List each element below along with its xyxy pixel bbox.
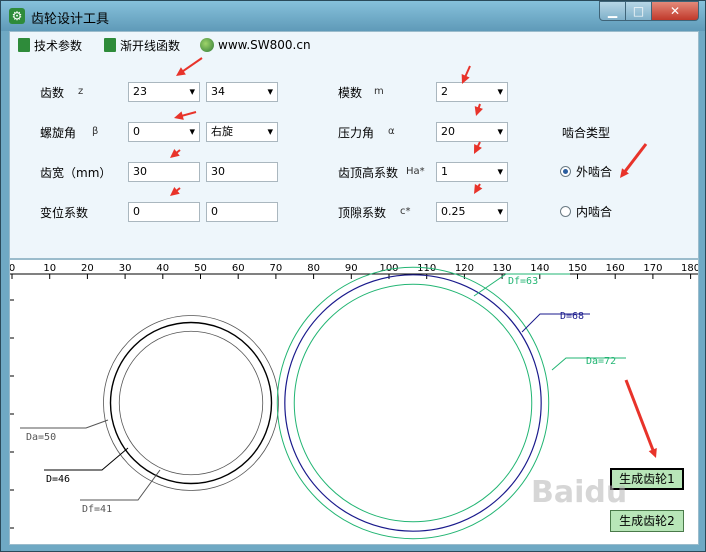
- gear2-root-circle: [293, 283, 533, 523]
- gear-drawing: 0102030405060708090100110120130140150160…: [10, 263, 699, 540]
- annotation-arrow-shaft: [621, 143, 648, 176]
- gear2-df-label: Df=63: [508, 276, 538, 287]
- ruler-tick-label: 150: [568, 263, 587, 274]
- generate-gear1-button[interactable]: 生成齿轮1: [610, 468, 684, 490]
- gear1-da-leader: [20, 419, 109, 429]
- ruler-tick-label: 130: [493, 263, 512, 274]
- gear-icon: ⚙: [9, 8, 25, 24]
- title-bar: ⚙ 齿轮设计工具 ▁ □ ✕: [1, 1, 705, 31]
- annotation-arrow-head: [174, 111, 184, 120]
- minimize-icon: ▁: [607, 4, 618, 18]
- minimize-button[interactable]: ▁: [599, 1, 626, 21]
- gear1-d-leader: [44, 447, 129, 471]
- ruler-tick-label: 30: [119, 263, 132, 274]
- annotation-arrow-shaft: [624, 379, 656, 455]
- ruler-tick-label: 70: [270, 263, 283, 274]
- maximize-button[interactable]: □: [625, 1, 652, 21]
- ruler-tick-label: 40: [156, 263, 169, 274]
- maximize-icon: □: [632, 4, 645, 18]
- gear2-tip-circle: [276, 266, 550, 540]
- ruler-tick-label: 20: [81, 263, 94, 274]
- ruler-tick-label: 160: [606, 263, 625, 274]
- ruler-tick-label: 80: [307, 263, 320, 274]
- ruler-tick-label: 140: [530, 263, 549, 274]
- ruler-tick-label: 180: [681, 263, 699, 274]
- close-button[interactable]: ✕: [651, 1, 699, 21]
- gear1-df-label: Df=41: [82, 504, 112, 515]
- gear1-pitch-circle: [109, 321, 273, 485]
- close-icon: ✕: [669, 4, 681, 18]
- parameter-panel: 技术参数 渐开线函数 www.SW800.cn 齿数 z 23 34 螺旋角 β…: [9, 31, 699, 259]
- ruler-tick-label: 0: [10, 263, 15, 274]
- ruler-tick-label: 170: [643, 263, 662, 274]
- ruler-tick-label: 90: [345, 263, 358, 274]
- ruler-tick-label: 60: [232, 263, 245, 274]
- top-ruler: 0102030405060708090100110120130140150160…: [10, 263, 699, 529]
- annotation-arrow-head: [176, 67, 186, 76]
- gear2-da-label: Da=72: [586, 356, 616, 367]
- gear-drawing-canvas: 0102030405060708090100110120130140150160…: [9, 259, 699, 545]
- ruler-tick-label: 10: [43, 263, 56, 274]
- ruler-tick-label: 120: [455, 263, 474, 274]
- gear2-d-label: D=68: [560, 311, 584, 322]
- gear1-root-circle: [118, 330, 264, 476]
- annotation-arrows: [170, 57, 648, 196]
- generate-gear2-button[interactable]: 生成齿轮2: [610, 510, 684, 532]
- ruler-tick-label: 50: [194, 263, 207, 274]
- gear1-da-label: Da=50: [26, 432, 56, 443]
- gear1-df-leader: [80, 469, 161, 501]
- annotation-arrow-head: [474, 106, 483, 116]
- app-window: ⚙ 齿轮设计工具 ▁ □ ✕ 技术参数 渐开线函数 www.SW800.cn 齿…: [0, 0, 706, 552]
- window-title: 齿轮设计工具: [31, 12, 110, 27]
- gear2-pitch-circle: [284, 274, 542, 532]
- gear-circles: [103, 266, 550, 540]
- gear1-tip-circle: [103, 315, 279, 491]
- gear1-d-label: D=46: [46, 474, 70, 485]
